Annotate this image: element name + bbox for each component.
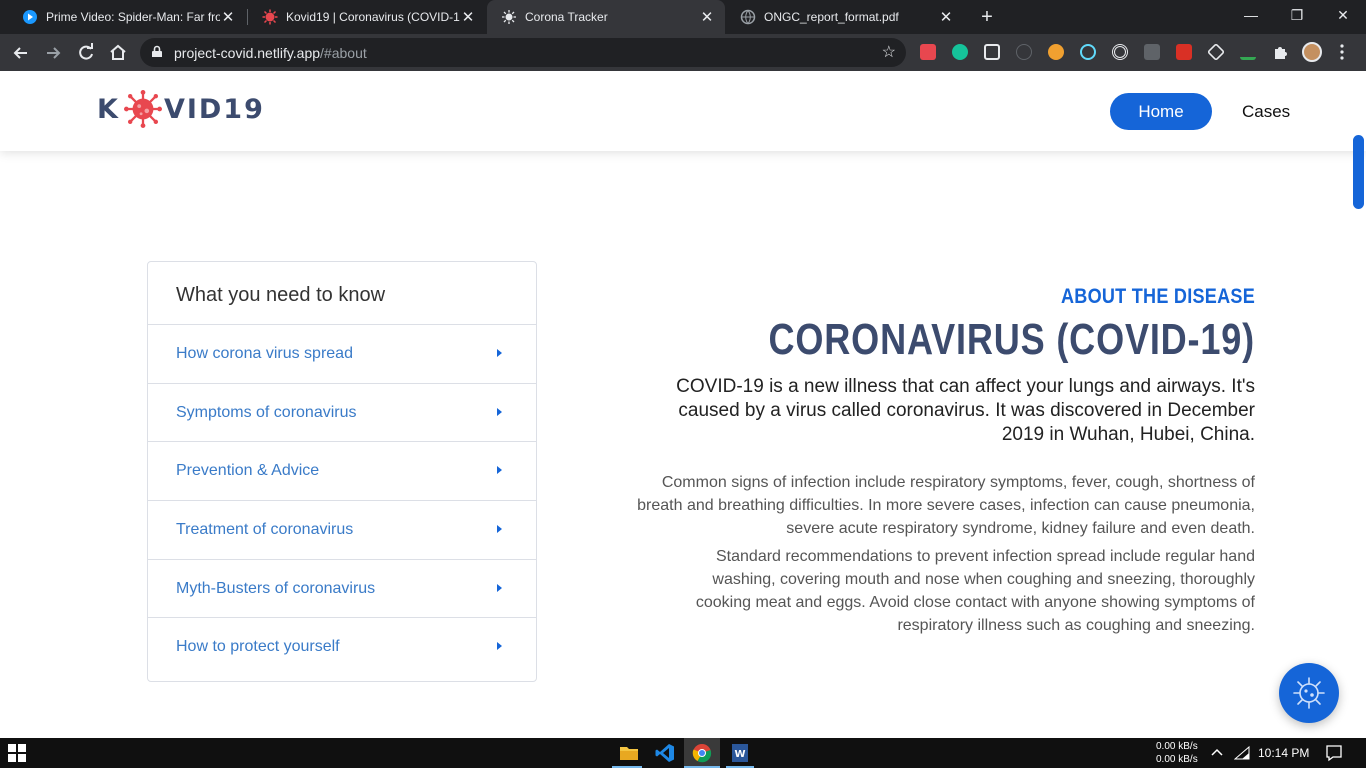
accordion-item-myth-busters[interactable]: Myth-Busters of coronavirus <box>148 560 536 619</box>
accordion-item-label: Treatment of coronavirus <box>176 521 354 539</box>
notification-center-icon[interactable] <box>1325 744 1343 762</box>
caret-right-icon <box>497 407 502 416</box>
reload-icon[interactable] <box>73 40 99 66</box>
word-icon[interactable]: W <box>729 742 751 764</box>
lock-icon <box>152 45 162 57</box>
extension-icon[interactable] <box>1112 44 1128 60</box>
tab-title: Kovid19 | Coronavirus (COVID-19 <box>286 10 460 24</box>
sun-icon <box>501 9 517 25</box>
address-bar[interactable]: project-covid.netlify.app/#about ☆ <box>140 38 906 67</box>
url-text: project-covid.netlify.app/#about <box>174 45 367 61</box>
accordion-heading: What you need to know <box>148 262 536 325</box>
chrome-icon[interactable] <box>691 742 713 764</box>
about-paragraph-symptoms: Common signs of infection include respir… <box>637 474 1255 537</box>
about-lead: COVID-19 is a new illness that can affec… <box>676 376 1255 445</box>
tab-corona-tracker[interactable]: Corona Tracker ✕ <box>487 0 725 34</box>
virus-icon <box>262 9 278 25</box>
accordion-item-treatment[interactable]: Treatment of coronavirus <box>148 501 536 560</box>
puzzle-extensions-icon[interactable] <box>1272 44 1288 60</box>
bookmark-star-icon[interactable]: ☆ <box>882 42 896 62</box>
minimize-button[interactable]: — <box>1228 0 1274 34</box>
virus-icon <box>1293 677 1325 709</box>
about-section: ABOUT THE DISEASE CORONAVIRUS (COVID-19)… <box>635 285 1255 637</box>
close-icon[interactable]: ✕ <box>220 8 236 26</box>
caret-right-icon <box>497 642 502 651</box>
accordion-item-label: Prevention & Advice <box>176 462 320 480</box>
accordion-item-label: How to protect yourself <box>176 638 340 656</box>
site-header: K VID 19 Home Cases <box>0 71 1366 151</box>
accordion-item-label: Myth-Busters of coronavirus <box>176 579 376 597</box>
logo-number: 19 <box>223 93 265 125</box>
accordion-item-label: How corona virus spread <box>176 345 353 362</box>
about-paragraph-prevention: Standard recommendations to prevent infe… <box>695 548 1255 634</box>
new-tab-button[interactable]: + <box>974 5 1000 29</box>
system-clock[interactable]: 10:14 PM <box>1258 746 1309 760</box>
caret-right-icon <box>497 466 502 475</box>
windows-taskbar: W 0.00 kB/s 0.00 kB/s 10:14 PM <box>0 738 1366 768</box>
virus-icon <box>123 90 162 128</box>
logo-text: VID <box>163 93 224 125</box>
nav-home-button[interactable]: Home <box>1110 93 1212 130</box>
page-scrollbar-thumb[interactable] <box>1353 135 1364 209</box>
back-arrow-icon[interactable] <box>8 40 34 66</box>
info-accordion: What you need to know How corona virus s… <box>147 261 537 682</box>
virus-fab-button[interactable] <box>1279 663 1339 723</box>
network-upload-speed: 0.00 kB/s <box>1156 741 1198 752</box>
vscode-icon[interactable] <box>654 742 676 764</box>
pocket-extension-icon[interactable] <box>920 44 936 60</box>
accordion-item-protect[interactable]: How to protect yourself <box>148 618 536 677</box>
grammarly-extension-icon[interactable] <box>952 44 968 60</box>
close-icon[interactable]: ✕ <box>938 8 954 26</box>
tab-ongc-report[interactable]: ONGC_report_format.pdf ✕ <box>726 0 964 34</box>
accordion-item-prevention[interactable]: Prevention & Advice <box>148 442 536 502</box>
extension-icon[interactable] <box>1048 44 1064 60</box>
extension-icon[interactable] <box>1206 42 1226 62</box>
extension-icon[interactable] <box>1016 44 1032 60</box>
svg-text:W: W <box>734 749 745 760</box>
browser-toolbar: project-covid.netlify.app/#about ☆ <box>0 34 1366 71</box>
file-explorer-icon[interactable] <box>618 742 640 764</box>
extension-icon[interactable] <box>1240 44 1256 60</box>
about-title: CORONAVIRUS (COVID-19) <box>768 315 1255 364</box>
tab-title: Corona Tracker <box>525 10 608 24</box>
about-kicker: ABOUT THE DISEASE <box>1060 285 1255 308</box>
forward-arrow-icon[interactable] <box>40 40 66 66</box>
tab-prime-video[interactable]: Prime Video: Spider-Man: Far from ✕ <box>8 0 246 34</box>
prime-video-icon <box>22 9 38 25</box>
extension-icon[interactable] <box>984 44 1000 60</box>
tab-title: ONGC_report_format.pdf <box>764 10 899 24</box>
extension-icon[interactable] <box>1176 44 1192 60</box>
windows-start-icon[interactable] <box>8 744 26 762</box>
extension-icon[interactable] <box>1144 44 1160 60</box>
network-download-speed: 0.00 kB/s <box>1156 754 1198 765</box>
tab-title: Prime Video: Spider-Man: Far from <box>46 10 220 24</box>
caret-right-icon <box>497 583 502 592</box>
browser-tab-bar: Prime Video: Spider-Man: Far from ✕ Kovi… <box>0 0 1366 34</box>
avatar[interactable] <box>1302 42 1322 62</box>
wifi-icon[interactable] <box>1233 745 1250 761</box>
close-icon[interactable]: ✕ <box>699 8 715 26</box>
restore-button[interactable]: ❐ <box>1274 0 1320 34</box>
tab-kovid19[interactable]: Kovid19 | Coronavirus (COVID-19 ✕ <box>248 0 486 34</box>
caret-right-icon <box>497 525 502 534</box>
menu-kebab-icon[interactable] <box>1340 44 1344 60</box>
close-window-button[interactable]: ✕ <box>1320 0 1366 34</box>
nav-cases-link[interactable]: Cases <box>1242 102 1290 122</box>
home-icon[interactable] <box>105 40 131 66</box>
globe-icon <box>740 9 756 25</box>
logo-text: K <box>97 93 120 125</box>
react-devtools-icon[interactable] <box>1080 44 1096 60</box>
accordion-item-spread[interactable]: How corona virus spread <box>148 325 536 384</box>
caret-right-icon <box>497 349 502 357</box>
kovid19-logo[interactable]: K VID 19 <box>97 89 265 129</box>
page-viewport: K VID 19 Home Cases What you need to kno… <box>0 71 1366 738</box>
chevron-up-icon[interactable] <box>1210 745 1224 759</box>
close-icon[interactable]: ✕ <box>460 8 476 26</box>
accordion-item-symptoms[interactable]: Symptoms of coronavirus <box>148 384 536 443</box>
accordion-item-label: Symptoms of coronavirus <box>176 403 357 421</box>
